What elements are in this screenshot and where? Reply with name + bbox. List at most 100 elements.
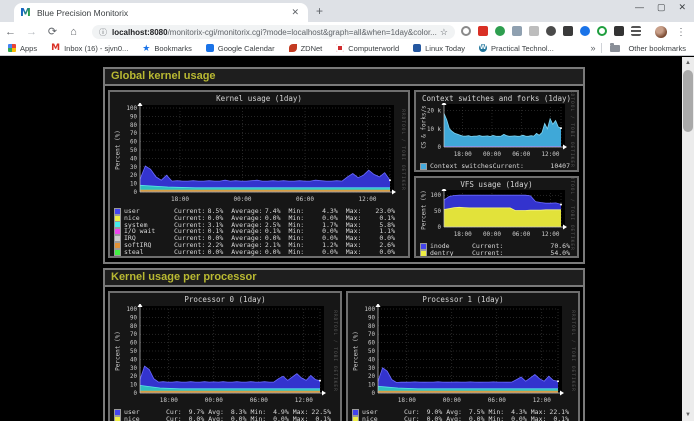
legend-swatch [115, 229, 120, 234]
plot-canvas: 100908070605040302010018:0000:0006:0012:… [110, 103, 408, 203]
mail-checker-icon[interactable] [478, 26, 488, 36]
url-host: localhost:8080 [112, 28, 168, 37]
bookmark-star-icon[interactable]: ☆ [440, 27, 448, 38]
bookmark-practical-technology[interactable]: WPractical Technol... [479, 44, 554, 53]
new-tab-button[interactable]: + [316, 4, 323, 18]
bookmark-zdnet[interactable]: ZDNet [289, 44, 323, 53]
svg-text:50: 50 [368, 349, 375, 355]
url-path: /monitorix-cgi/monitorix.cgi?mode=localh… [168, 28, 437, 37]
svg-text:80: 80 [130, 123, 137, 129]
graph-title: VFS usage (1day) [416, 178, 577, 189]
profile-avatar[interactable] [655, 26, 667, 38]
bookmark-inbox[interactable]: MInbox (16) - sjvn0... [51, 44, 128, 53]
bookmark-apps[interactable]: Apps [8, 44, 37, 53]
y-axis-label: Percent (%) [115, 331, 122, 371]
bookmark-google-calendar[interactable]: Google Calendar [206, 44, 275, 53]
section-body: Processor 0 (1day)1009080706050403020100… [105, 287, 583, 421]
graph-vfs-usage[interactable]: VFS usage (1day)10050018:0000:0006:0012:… [414, 176, 579, 258]
rrdtool-watermark: RRDTOOL / TOBI OETIKER [571, 310, 576, 392]
search-extension-icon[interactable] [461, 26, 471, 36]
graph-legend: inodeCurrent:70.6%dentryCurrent:54.0%fil… [416, 243, 577, 258]
puzzle-extension-icon[interactable] [614, 26, 624, 36]
plot-canvas: 100908070605040302010018:0000:0006:0012:… [110, 304, 340, 404]
bookmarks-overflow-button[interactable]: » [590, 43, 595, 53]
svg-text:00:00: 00:00 [205, 397, 223, 404]
legend-name: file [430, 257, 472, 258]
legend-row: fileCurrent:0.0% [416, 257, 577, 258]
svg-text:12:00: 12:00 [295, 397, 313, 404]
rrdtool-watermark: RRDTOOL / TOBI OETIKER [333, 310, 338, 392]
graph-title: Processor 1 (1day) [348, 293, 578, 304]
graph-kernel-usage[interactable]: Kernel usage (1day)100908070605040302010… [108, 90, 410, 258]
bookmark-linux-today[interactable]: Linux Today [413, 44, 465, 53]
svg-text:20: 20 [130, 173, 137, 179]
graph-processor-0[interactable]: Processor 0 (1day)1009080706050403020100… [108, 291, 342, 421]
bookmark-bookmarks[interactable]: ★Bookmarks [142, 44, 192, 53]
legend-swatch [115, 222, 120, 227]
svg-text:20: 20 [368, 374, 375, 380]
browser-menu-icon[interactable]: ⋮ [676, 27, 686, 38]
graph-title: Kernel usage (1day) [110, 92, 408, 103]
svg-text:18:00: 18:00 [160, 397, 178, 404]
scrollbar-thumb[interactable] [683, 70, 693, 132]
graph-processor-1[interactable]: Processor 1 (1day)1009080706050403020100… [346, 291, 580, 421]
svg-text:100: 100 [365, 307, 376, 313]
copy-pages-icon[interactable] [512, 26, 522, 36]
legend-swatch [115, 243, 120, 248]
svg-text:10: 10 [368, 383, 375, 389]
window-minimize-button[interactable]: — [635, 2, 644, 13]
svg-text:50: 50 [130, 148, 137, 154]
window-maximize-button[interactable]: ▢ [657, 2, 666, 13]
svg-text:20: 20 [130, 374, 137, 380]
eye-extension-icon[interactable] [546, 26, 556, 36]
camera-extension-icon[interactable] [563, 26, 573, 36]
svg-text:70: 70 [130, 332, 137, 338]
legend-swatch [115, 216, 120, 221]
graph-context-switches-forks[interactable]: Context switches and forks (1day)20 k10 … [414, 90, 579, 172]
tab-title: Blue Precision Monitorix [37, 8, 289, 18]
legend-swatch [115, 236, 120, 241]
back-button[interactable]: ← [0, 26, 21, 38]
plot-canvas: 20 k10 k018:0000:0006:0012:00 [416, 103, 577, 158]
forward-button[interactable]: → [21, 26, 42, 38]
green-circle-extension-icon[interactable] [597, 26, 607, 36]
svg-text:06:00: 06:00 [250, 397, 268, 404]
scroll-down-arrow-icon[interactable]: ▼ [682, 409, 694, 421]
legend-swatch [421, 244, 426, 249]
tab-close-icon[interactable]: ✕ [288, 7, 302, 18]
legend-swatch [353, 410, 358, 415]
svg-text:06:00: 06:00 [512, 231, 530, 238]
legend-stat: Max:0.1% [531, 416, 573, 421]
other-bookmarks-button[interactable]: Other bookmarks [610, 44, 686, 53]
legend-stat: Current:0.0% [472, 257, 572, 258]
legend-stat: Min:0.0% [251, 416, 293, 421]
section-kernel-usage-per-processor: Kernel usage per processor Processor 0 (… [103, 268, 585, 421]
reload-button[interactable]: ⟳ [42, 25, 63, 38]
scroll-up-arrow-icon[interactable]: ▲ [682, 57, 694, 69]
graph-title: Processor 0 (1day) [110, 293, 340, 304]
tune-extension-icon[interactable] [631, 26, 641, 36]
page-scrollbar[interactable]: ▲ ▼ [682, 57, 694, 421]
calendar-icon [206, 44, 214, 52]
legend-stat: Max:0.0% [346, 256, 403, 258]
legend-stat: Current:4 [472, 170, 572, 172]
inactive-extension-icon[interactable] [529, 26, 539, 36]
svg-text:50: 50 [130, 349, 137, 355]
y-axis-label: Percent (%) [421, 190, 428, 230]
graph-title: Context switches and forks (1day) [416, 92, 577, 103]
window-close-button[interactable]: ✕ [678, 2, 686, 13]
legend-swatch [115, 256, 120, 258]
address-bar[interactable]: ⓘ localhost:8080/monitorix-cgi/monitorix… [92, 25, 455, 39]
svg-text:30: 30 [368, 366, 375, 372]
browser-tab[interactable]: M Blue Precision Monitorix ✕ [14, 3, 308, 22]
site-info-icon[interactable]: ⓘ [99, 27, 107, 38]
home-button[interactable]: ⌂ [63, 26, 84, 38]
chat-extension-icon[interactable] [580, 26, 590, 36]
leaf-extension-icon[interactable] [495, 26, 505, 36]
svg-text:40: 40 [130, 357, 137, 363]
rrdtool-watermark: RRDTOOL / TOBI OETIKER [401, 109, 406, 191]
svg-text:10: 10 [130, 182, 137, 188]
bookmark-computerworld[interactable]: Computerworld [336, 44, 399, 53]
url-text[interactable]: localhost:8080/monitorix-cgi/monitorix.c… [112, 28, 440, 37]
legend-swatch [115, 250, 120, 255]
